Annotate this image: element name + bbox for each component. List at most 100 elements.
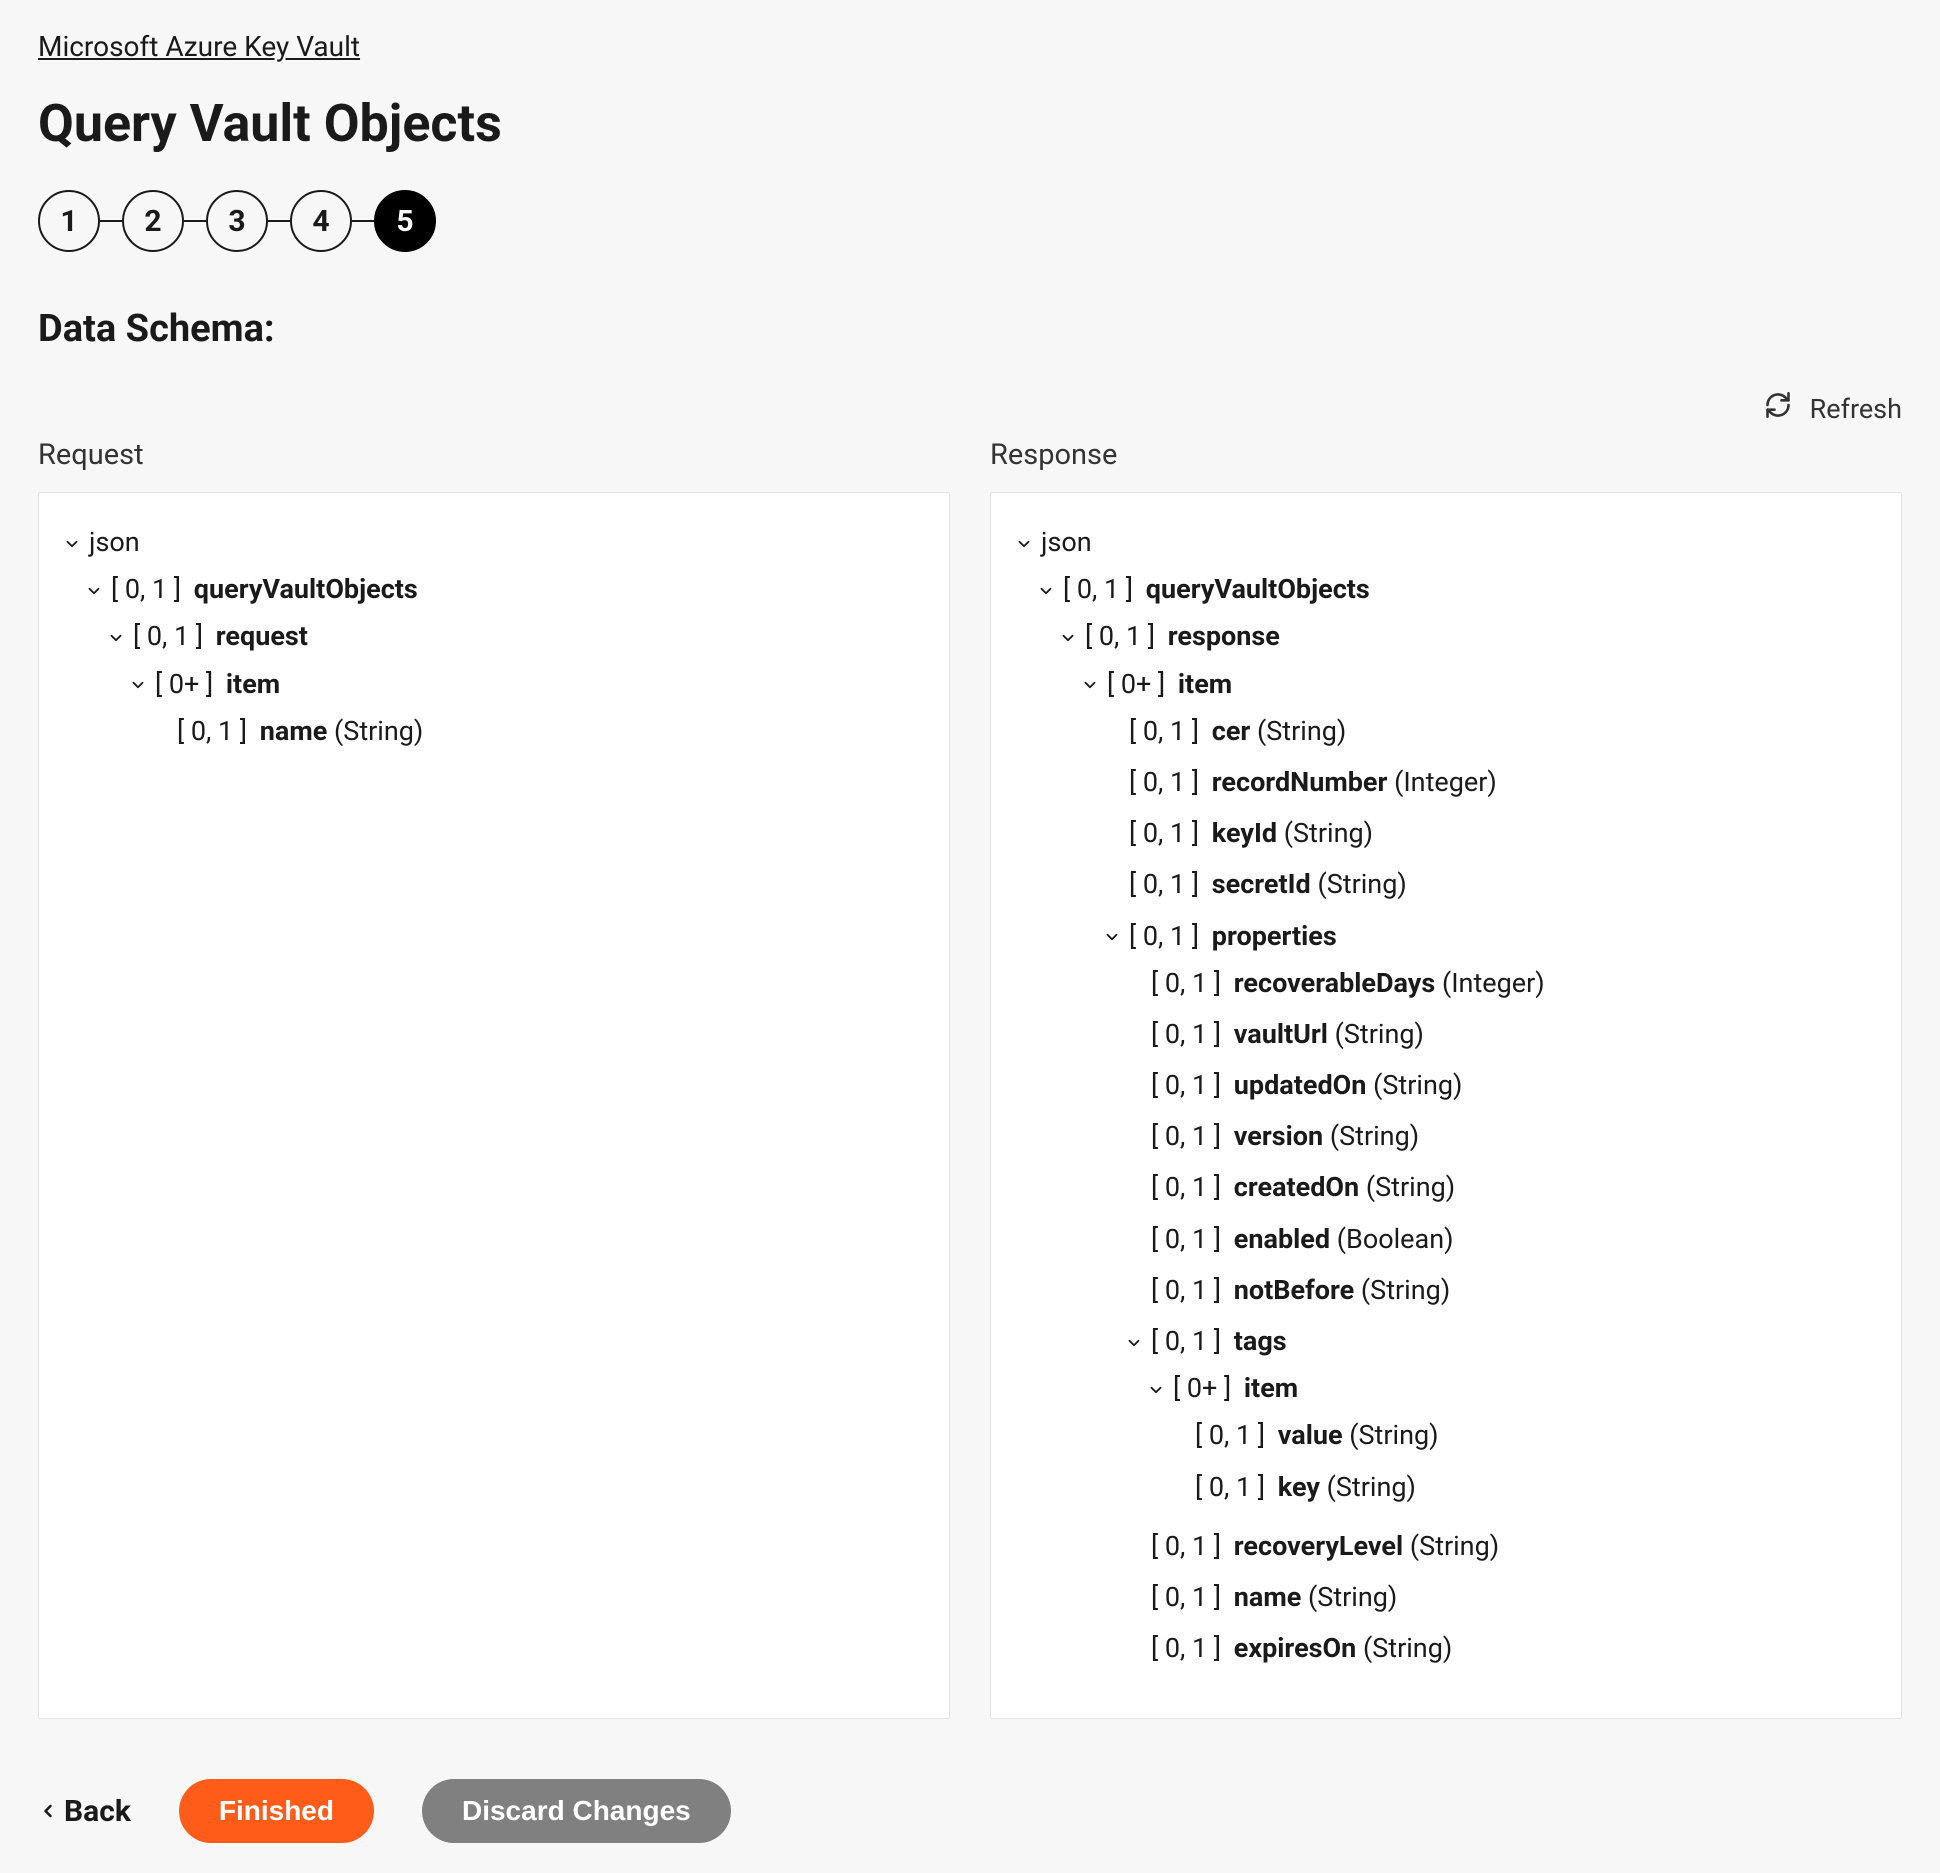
tree-node[interactable]: [ 0, 1 ] name (String) bbox=[1125, 1572, 1877, 1623]
field-name: name bbox=[1234, 1581, 1302, 1613]
tree-node[interactable]: [ 0, 1 ] recoveryLevel (String) bbox=[1125, 1521, 1877, 1572]
cardinality: [ 0, 1 ] bbox=[1195, 1419, 1272, 1451]
tree-node[interactable]: [ 0, 1 ] tags [ 0+ ] item [ 0, 1 ] value (… bbox=[1125, 1316, 1877, 1521]
tree-node[interactable]: [ 0, 1 ] createdOn (String) bbox=[1125, 1162, 1877, 1213]
field-name: version bbox=[1234, 1120, 1323, 1152]
field-type: (String) bbox=[1328, 1018, 1424, 1050]
tree-node[interactable]: [ 0, 1 ] version (String) bbox=[1125, 1111, 1877, 1162]
tree-node[interactable]: [ 0, 1 ] expiresOn (String) bbox=[1125, 1623, 1877, 1674]
tree-node[interactable]: [ 0, 1 ] keyId (String) bbox=[1103, 808, 1877, 859]
tree-node[interactable]: [ 0, 1 ] name (String) bbox=[151, 706, 925, 757]
cardinality: [ 0, 1 ] bbox=[1129, 868, 1206, 900]
tree-node[interactable]: [ 0, 1 ] request[ 0+ ] item[ 0, 1 ] name… bbox=[107, 611, 925, 765]
field-type: (String) bbox=[1250, 715, 1346, 747]
cardinality: [ 0, 1 ] bbox=[177, 715, 254, 747]
cardinality: [ 0, 1 ] bbox=[1129, 920, 1206, 952]
cardinality: [ 0, 1 ] bbox=[1151, 1171, 1228, 1203]
cardinality: [ 0+ ] bbox=[1107, 668, 1172, 700]
chevron-down-icon[interactable] bbox=[1037, 568, 1057, 611]
tree-node[interactable]: [ 0, 1 ] queryVaultObjects[ 0, 1 ] respo… bbox=[1037, 564, 1877, 1690]
field-name: json bbox=[89, 526, 140, 558]
chevron-down-icon[interactable] bbox=[1015, 521, 1035, 564]
tree-node[interactable]: [ 0, 1 ] recoverableDays (Integer) bbox=[1125, 958, 1877, 1009]
cardinality: [ 0, 1 ] bbox=[1129, 766, 1206, 798]
response-panel: json[ 0, 1 ] queryVaultObjects[ 0, 1 ] r… bbox=[990, 492, 1902, 1719]
chevron-down-icon[interactable] bbox=[85, 568, 105, 611]
tree-node[interactable]: [ 0+ ] item[ 0, 1 ] value (String)[ 0, 1… bbox=[1147, 1363, 1877, 1517]
field-name: value bbox=[1278, 1419, 1343, 1451]
field-type: (Integer) bbox=[1435, 967, 1544, 999]
tree-node[interactable]: json[ 0, 1 ] queryVaultObjects[ 0, 1 ] r… bbox=[1015, 517, 1877, 1694]
field-type: (Boolean) bbox=[1330, 1223, 1453, 1255]
step-4[interactable]: 4 bbox=[290, 190, 352, 252]
chevron-down-icon[interactable] bbox=[1125, 1320, 1145, 1363]
field-type: (String) bbox=[1301, 1581, 1397, 1613]
chevron-down-icon[interactable] bbox=[1103, 915, 1123, 958]
field-name: updatedOn bbox=[1234, 1069, 1367, 1101]
step-5[interactable]: 5 bbox=[374, 190, 436, 252]
cardinality: [ 0, 1 ] bbox=[1063, 573, 1140, 605]
field-name: secretId bbox=[1212, 868, 1311, 900]
field-name: tags bbox=[1234, 1325, 1287, 1357]
breadcrumb-link[interactable]: Microsoft Azure Key Vault bbox=[38, 30, 360, 63]
field-name: item bbox=[226, 668, 280, 700]
tree-node[interactable]: [ 0, 1 ] enabled (Boolean) bbox=[1125, 1214, 1877, 1265]
request-column-label: Request bbox=[38, 438, 950, 472]
tree-node[interactable]: [ 0+ ] item [ 0, 1 ] name (String) bbox=[129, 659, 925, 761]
tree-node[interactable]: [ 0, 1 ] secretId (String) bbox=[1103, 859, 1877, 910]
field-type: (Integer) bbox=[1387, 766, 1496, 798]
tree-node[interactable]: json [ 0, 1 ] queryVaultObjects[ 0, 1 ] r… bbox=[63, 517, 925, 773]
field-type: (String) bbox=[1354, 1274, 1450, 1306]
tree-node[interactable]: [ 0, 1 ] updatedOn (String) bbox=[1125, 1060, 1877, 1111]
cardinality: [ 0+ ] bbox=[155, 668, 220, 700]
back-button[interactable]: Back bbox=[38, 1794, 131, 1829]
cardinality: [ 0+ ] bbox=[1173, 1372, 1238, 1404]
cardinality: [ 0, 1 ] bbox=[1151, 1632, 1228, 1664]
chevron-down-icon[interactable] bbox=[63, 521, 83, 564]
tree-node[interactable]: [ 0, 1 ] properties[ 0, 1 ] recoverableD… bbox=[1103, 911, 1877, 1679]
chevron-down-icon[interactable] bbox=[1147, 1367, 1167, 1410]
refresh-icon bbox=[1764, 391, 1792, 426]
tree-node[interactable]: [ 0, 1 ] key (String) bbox=[1169, 1462, 1877, 1513]
section-title: Data Schema: bbox=[38, 307, 1902, 351]
field-type: (String) bbox=[1343, 1419, 1439, 1451]
cardinality: [ 0, 1 ] bbox=[1151, 1325, 1228, 1357]
cardinality: [ 0, 1 ] bbox=[1151, 967, 1228, 999]
request-panel: json [ 0, 1 ] queryVaultObjects[ 0, 1 ] r… bbox=[38, 492, 950, 1719]
chevron-down-icon[interactable] bbox=[129, 663, 149, 706]
finished-button[interactable]: Finished bbox=[179, 1779, 374, 1843]
step-3[interactable]: 3 bbox=[206, 190, 268, 252]
tree-node[interactable]: [ 0+ ] item[ 0, 1 ] cer (String)[ 0, 1 ]… bbox=[1081, 659, 1877, 1683]
chevron-down-icon[interactable] bbox=[1059, 615, 1079, 658]
discard-changes-button[interactable]: Discard Changes bbox=[422, 1779, 731, 1843]
cardinality: [ 0, 1 ] bbox=[111, 573, 188, 605]
field-name: notBefore bbox=[1234, 1274, 1354, 1306]
tree-node[interactable]: [ 0, 1 ] queryVaultObjects[ 0, 1 ] reque… bbox=[85, 564, 925, 769]
field-type: (String) bbox=[1311, 868, 1407, 900]
refresh-button[interactable]: Refresh bbox=[1764, 391, 1902, 426]
field-name: recoveryLevel bbox=[1234, 1530, 1403, 1562]
field-type: (String) bbox=[1277, 817, 1373, 849]
step-2[interactable]: 2 bbox=[122, 190, 184, 252]
tree-node[interactable]: [ 0, 1 ] response[ 0+ ] item[ 0, 1 ] cer… bbox=[1059, 611, 1877, 1686]
field-name: vaultUrl bbox=[1234, 1018, 1328, 1050]
chevron-down-icon[interactable] bbox=[1081, 663, 1101, 706]
tree-node[interactable]: [ 0, 1 ] value (String) bbox=[1169, 1410, 1877, 1461]
cardinality: [ 0, 1 ] bbox=[1129, 715, 1206, 747]
field-name: enabled bbox=[1234, 1223, 1330, 1255]
tree-node[interactable]: [ 0, 1 ] vaultUrl (String) bbox=[1125, 1009, 1877, 1060]
field-type: (String) bbox=[1320, 1471, 1416, 1503]
chevron-down-icon[interactable] bbox=[107, 615, 127, 658]
refresh-label: Refresh bbox=[1810, 393, 1902, 425]
field-name: keyId bbox=[1212, 817, 1277, 849]
step-1[interactable]: 1 bbox=[38, 190, 100, 252]
cardinality: [ 0, 1 ] bbox=[1151, 1018, 1228, 1050]
cardinality: [ 0, 1 ] bbox=[1085, 620, 1162, 652]
field-name: item bbox=[1244, 1372, 1298, 1404]
field-name: item bbox=[1178, 668, 1232, 700]
tree-node[interactable]: [ 0, 1 ] cer (String) bbox=[1103, 706, 1877, 757]
tree-node[interactable]: [ 0, 1 ] recordNumber (Integer) bbox=[1103, 757, 1877, 808]
stepper: 12345 bbox=[38, 190, 1902, 252]
field-type: (String) bbox=[1366, 1069, 1462, 1101]
tree-node[interactable]: [ 0, 1 ] notBefore (String) bbox=[1125, 1265, 1877, 1316]
